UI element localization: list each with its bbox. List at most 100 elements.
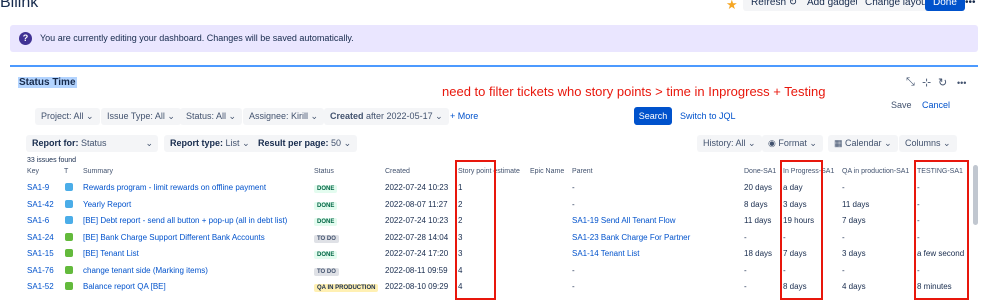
save-button[interactable]: Save xyxy=(891,100,912,110)
report-for-select[interactable]: Report for: Status ⌄ xyxy=(26,135,158,152)
issue-done-time: 8 days xyxy=(744,199,768,209)
assignee-filter-label: Assignee: Kirill xyxy=(249,111,309,121)
column-header-type[interactable]: T xyxy=(64,168,68,175)
task-type-icon xyxy=(65,199,73,208)
chevron-down-icon: ⌄ xyxy=(167,111,175,121)
issues-count: 33 issues found xyxy=(27,157,77,164)
refresh-gadget-icon[interactable]: ↻ xyxy=(938,76,947,89)
issue-parent[interactable]: SA1-23 Bank Charge For Partner xyxy=(572,233,690,242)
history-select[interactable]: History: All ⌄ xyxy=(697,135,762,152)
status-badge-label: QA IN PRODUCTION xyxy=(314,284,379,292)
column-header-epic-name[interactable]: Epic Name xyxy=(530,168,564,175)
dashboard-header: Bllink ★ Refresh ↻ Add gadget Change lay… xyxy=(0,0,997,18)
issue-key[interactable]: SA1-6 xyxy=(27,216,49,225)
issue-type-filter[interactable]: Issue Type: All ⌄ xyxy=(101,108,181,125)
issue-parent[interactable]: SA1-19 Send All Tenant Flow xyxy=(572,216,675,225)
issue-parent: - xyxy=(572,265,575,275)
status-badge-label: DONE xyxy=(314,218,338,226)
column-header-created[interactable]: Created xyxy=(385,168,410,175)
issue-summary[interactable]: [BE] Tenant List xyxy=(83,249,139,258)
report-for-label: Report for: xyxy=(32,138,79,148)
collapse-icon[interactable]: ⤡ xyxy=(906,76,915,89)
more-filters-button[interactable]: + More xyxy=(450,108,478,125)
column-header-qa[interactable]: QA in production-SA1 xyxy=(842,168,909,175)
issue-summary[interactable]: change tenant side (Marking items) xyxy=(83,266,208,275)
report-type-value: List xyxy=(225,138,240,148)
status-badge-label: DONE xyxy=(314,185,338,193)
format-label: Format xyxy=(778,138,807,148)
table-row[interactable]: SA1-6 [BE] Debt report - send all button … xyxy=(0,213,997,229)
project-filter[interactable]: Project: All ⌄ xyxy=(35,108,100,125)
columns-select[interactable]: Columns ⌄ xyxy=(899,135,957,152)
table-row[interactable]: SA1-15 [BE] Tenant List 2022-07-24 17:20 3 S… xyxy=(0,246,997,262)
column-header-key[interactable]: Key xyxy=(27,168,39,175)
testing-highlight xyxy=(914,160,969,300)
per-page-select[interactable]: Result per page: 50 ⌄ xyxy=(252,135,358,152)
issue-created: 2022-07-24 10:23 xyxy=(385,216,449,225)
more-options-button[interactable]: ••• xyxy=(957,0,984,11)
issue-key[interactable]: SA1-42 xyxy=(27,200,54,209)
issue-summary[interactable]: [BE] Bank Charge Support Different Bank … xyxy=(83,233,265,242)
chevron-down-icon: ⌄ xyxy=(343,138,352,148)
assignee-filter[interactable]: Assignee: Kirill ⌄ xyxy=(243,108,325,125)
refresh-button[interactable]: Refresh ↻ xyxy=(743,0,806,11)
issue-parent[interactable]: SA1-14 Tenant List xyxy=(572,249,639,258)
issue-key[interactable]: SA1-76 xyxy=(27,266,54,275)
per-page-label: Result per page: xyxy=(258,138,329,148)
issue-qa-time: 3 days xyxy=(842,249,866,258)
issue-summary[interactable]: Rewards program - limit rewards on offli… xyxy=(83,183,266,192)
status-badge: TO DO xyxy=(314,266,339,276)
chevron-down-icon: ⌄ xyxy=(86,111,94,121)
status-badge-label: TO DO xyxy=(314,267,339,276)
table-row[interactable]: SA1-9 Rewards program - limit rewards on … xyxy=(0,180,997,196)
calendar-select[interactable]: ▦ Calendar ⌄ xyxy=(828,135,898,152)
issue-done-time: 20 days xyxy=(744,183,773,192)
format-select[interactable]: ◉ Format ⌄ xyxy=(762,135,823,152)
search-button[interactable]: Search xyxy=(634,107,672,125)
issue-qa-time: - xyxy=(842,265,845,275)
column-header-status[interactable]: Status xyxy=(314,168,334,175)
table-row[interactable]: SA1-76 change tenant side (Marking items)… xyxy=(0,263,997,279)
report-type-label: Report type: xyxy=(170,138,224,148)
column-header-summary[interactable]: Summary xyxy=(83,168,113,175)
gadget-title: Status Time xyxy=(18,77,77,88)
issue-created: 2022-07-24 10:23 xyxy=(385,183,449,192)
issue-key[interactable]: SA1-15 xyxy=(27,249,54,258)
star-icon[interactable]: ★ xyxy=(726,0,738,13)
report-for-value: Status xyxy=(81,138,107,148)
chevron-down-icon: ⌄ xyxy=(884,138,892,148)
banner-text: You are currently editing your dashboard… xyxy=(40,33,354,43)
task-type-icon xyxy=(65,216,73,224)
status-filter[interactable]: Status: All ⌄ xyxy=(180,108,243,125)
column-header-done[interactable]: Done-SA1 xyxy=(744,168,776,175)
table-row[interactable]: SA1-24 [BE] Bank Charge Support Different… xyxy=(0,230,997,246)
created-filter-label: Created xyxy=(330,111,364,121)
issue-key[interactable]: SA1-24 xyxy=(27,233,54,242)
column-header-parent[interactable]: Parent xyxy=(572,168,593,175)
columns-label: Columns xyxy=(905,138,941,148)
issue-parent: - xyxy=(572,199,575,209)
status-badge: DONE xyxy=(314,183,338,193)
table-row[interactable]: SA1-52 Balance report QA [BE] 2022-08-10 0… xyxy=(0,279,997,295)
switch-to-jql-link[interactable]: Switch to JQL xyxy=(680,108,736,125)
eye-icon: ◉ xyxy=(768,138,776,148)
calendar-icon: ▦ xyxy=(834,138,843,148)
created-filter[interactable]: Created after 2022-05-17 ⌄ xyxy=(324,108,449,125)
report-type-select[interactable]: Report type: List ⌄ xyxy=(164,135,256,152)
task-type-icon xyxy=(65,183,73,191)
issue-summary[interactable]: Yearly Report xyxy=(83,200,131,209)
gadget-more-icon[interactable]: ••• xyxy=(957,78,966,88)
issue-summary[interactable]: [BE] Debt report - send all button + pop… xyxy=(83,216,287,225)
calendar-label: Calendar xyxy=(845,138,882,148)
history-label: History: All xyxy=(703,138,746,148)
issue-key[interactable]: SA1-9 xyxy=(27,183,49,192)
issue-created: 2022-08-07 11:27 xyxy=(385,199,448,209)
project-filter-label: Project: All xyxy=(41,111,84,121)
chevron-down-icon: ⌄ xyxy=(310,111,319,121)
issue-qa-time: 11 days xyxy=(842,199,870,209)
table-row[interactable]: SA1-42 Yearly Report 2022-08-07 11:27 2-8 d… xyxy=(0,197,997,213)
cancel-button[interactable]: Cancel xyxy=(922,100,950,110)
created-filter-value: after 2022-05-17 xyxy=(366,111,433,121)
chevron-down-icon: ⌄ xyxy=(748,138,756,148)
minimize-icon[interactable]: ⊹ xyxy=(922,76,931,89)
